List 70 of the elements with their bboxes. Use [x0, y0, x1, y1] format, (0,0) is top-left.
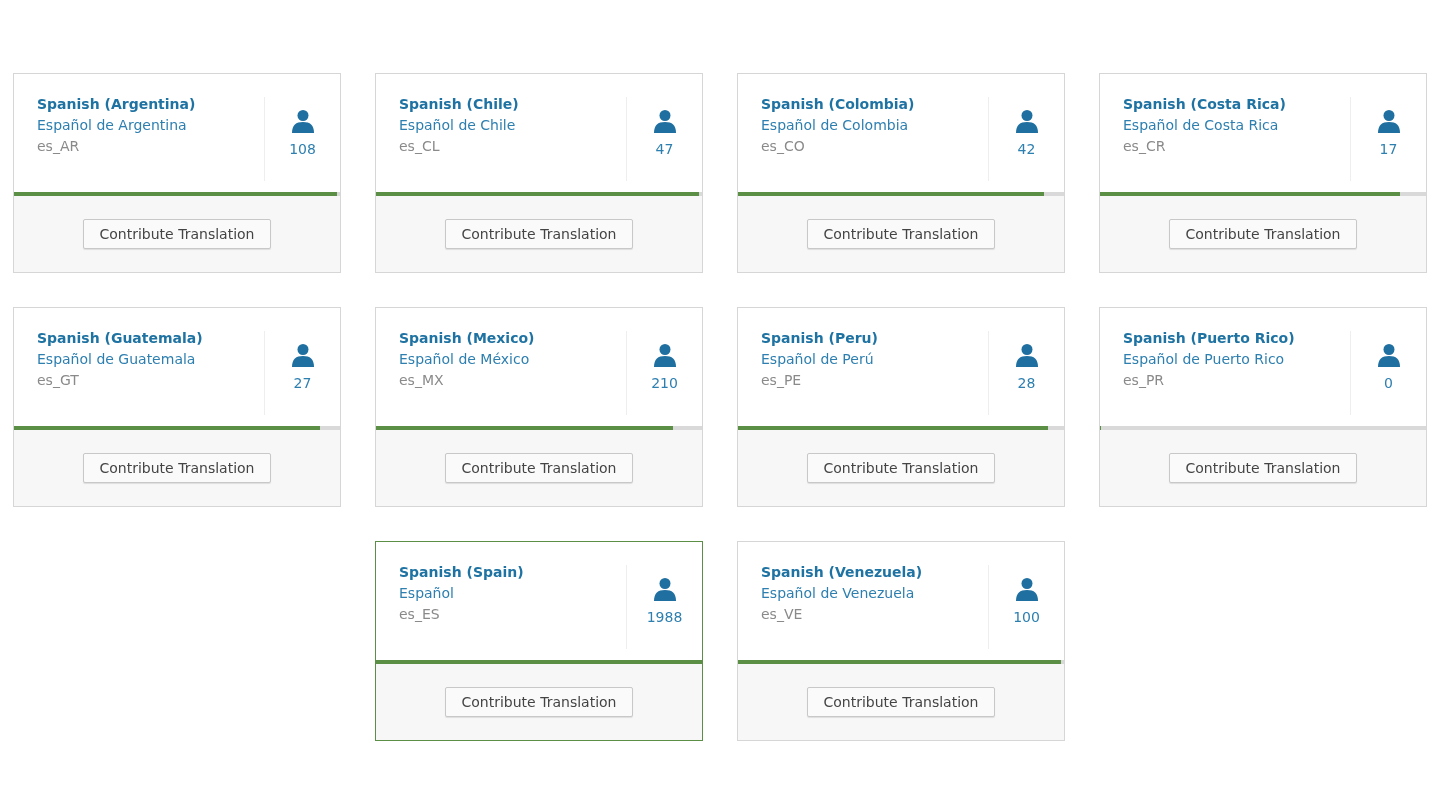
contributor-count: 108 [289, 141, 316, 157]
language-name: Spanish (Spain) [399, 564, 525, 580]
locale-code: es_PE [761, 372, 803, 388]
contribute-button[interactable]: Contribute Translation [82, 219, 272, 249]
language-name: Spanish (Mexico) [399, 330, 536, 346]
user-icon [652, 109, 677, 133]
user-icon [1014, 109, 1039, 133]
user-icon [652, 343, 677, 367]
locale-code: es_CL [399, 138, 441, 154]
native-name: Español de México [399, 351, 531, 367]
contributor-count: 1988 [646, 609, 683, 625]
native-name: Español de Guatemala [37, 351, 197, 367]
language-card[interactable]: Spanish (Chile) Español de Chile es_CL 47 Contribute Translation [375, 73, 703, 273]
language-name: Spanish (Venezuela) [761, 564, 924, 580]
contribute-button[interactable]: Contribute Translation [1168, 219, 1358, 249]
contributor-count: 17 [1379, 141, 1398, 157]
native-name: Español de Venezuela [761, 585, 916, 601]
language-card[interactable]: Spanish (Costa Rica) Español de Costa Rica es_CR 17 Contribute Translation [1099, 73, 1427, 273]
native-name: Español de Colombia [761, 117, 910, 133]
contributor-count: 100 [1013, 609, 1040, 625]
native-name: Español [399, 585, 455, 601]
contribute-button[interactable]: Contribute Translation [444, 687, 634, 717]
locale-code: es_ES [399, 606, 441, 622]
language-card[interactable]: Spanish (Spain) Español es_ES 1988 Contribute Translation [375, 541, 703, 741]
contribute-button[interactable]: Contribute Translation [444, 219, 634, 249]
contribute-button[interactable]: Contribute Translation [1168, 453, 1358, 483]
user-icon [290, 343, 315, 367]
user-icon [1376, 109, 1401, 133]
contributor-count: 42 [1017, 141, 1036, 157]
contributor-count: 0 [1384, 375, 1393, 391]
language-card[interactable]: Spanish (Puerto Rico) Español de Puerto Rico es_PR 0 Contribute Translation [1099, 307, 1427, 507]
user-icon [1376, 343, 1401, 367]
native-name: Español de Argentina [37, 117, 188, 133]
locale-code: es_AR [37, 138, 81, 154]
contribute-button[interactable]: Contribute Translation [806, 219, 996, 249]
language-card[interactable]: Spanish (Argentina) Español de Argentina es_AR 108 Contribute Translation [13, 73, 341, 273]
locale-code: es_PR [1123, 372, 1166, 388]
native-name: Español de Puerto Rico [1123, 351, 1286, 367]
locale-code: es_MX [399, 372, 445, 388]
contributor-count: 27 [293, 375, 312, 391]
native-name: Español de Perú [761, 351, 875, 367]
user-icon [1014, 343, 1039, 367]
contribute-button[interactable]: Contribute Translation [444, 453, 634, 483]
locale-code: es_CO [761, 138, 806, 154]
language-card[interactable]: Spanish (Mexico) Español de México es_MX 210 Contribute Translation [375, 307, 703, 507]
language-name: Spanish (Puerto Rico) [1123, 330, 1296, 346]
language-name: Spanish (Costa Rica) [1123, 96, 1287, 112]
language-name: Spanish (Peru) [761, 330, 879, 346]
language-name: Spanish (Guatemala) [37, 330, 204, 346]
contribute-button[interactable]: Contribute Translation [806, 453, 996, 483]
contribute-button[interactable]: Contribute Translation [806, 687, 996, 717]
language-name: Spanish (Argentina) [37, 96, 197, 112]
language-card[interactable]: Spanish (Peru) Español de Perú es_PE 28 Contribute Translation [737, 307, 1065, 507]
user-icon [290, 109, 315, 133]
language-name: Spanish (Colombia) [761, 96, 916, 112]
contributor-count: 210 [651, 375, 678, 391]
user-icon [652, 577, 677, 601]
native-name: Español de Costa Rica [1123, 117, 1280, 133]
user-icon [1014, 577, 1039, 601]
contributor-count: 47 [655, 141, 674, 157]
language-name: Spanish (Chile) [399, 96, 520, 112]
language-card[interactable]: Spanish (Guatemala) Español de Guatemala es_GT 27 Contribute Translation [13, 307, 341, 507]
contributor-count: 28 [1017, 375, 1036, 391]
locale-code: es_VE [761, 606, 804, 622]
language-card[interactable]: Spanish (Colombia) Español de Colombia es_CO 42 Contribute Translation [737, 73, 1065, 273]
locale-code: es_CR [1123, 138, 1167, 154]
locale-code: es_GT [37, 372, 80, 388]
native-name: Español de Chile [399, 117, 517, 133]
contribute-button[interactable]: Contribute Translation [82, 453, 272, 483]
language-card[interactable]: Spanish (Venezuela) Español de Venezuela es_VE 100 Contribute Translation [737, 541, 1065, 741]
